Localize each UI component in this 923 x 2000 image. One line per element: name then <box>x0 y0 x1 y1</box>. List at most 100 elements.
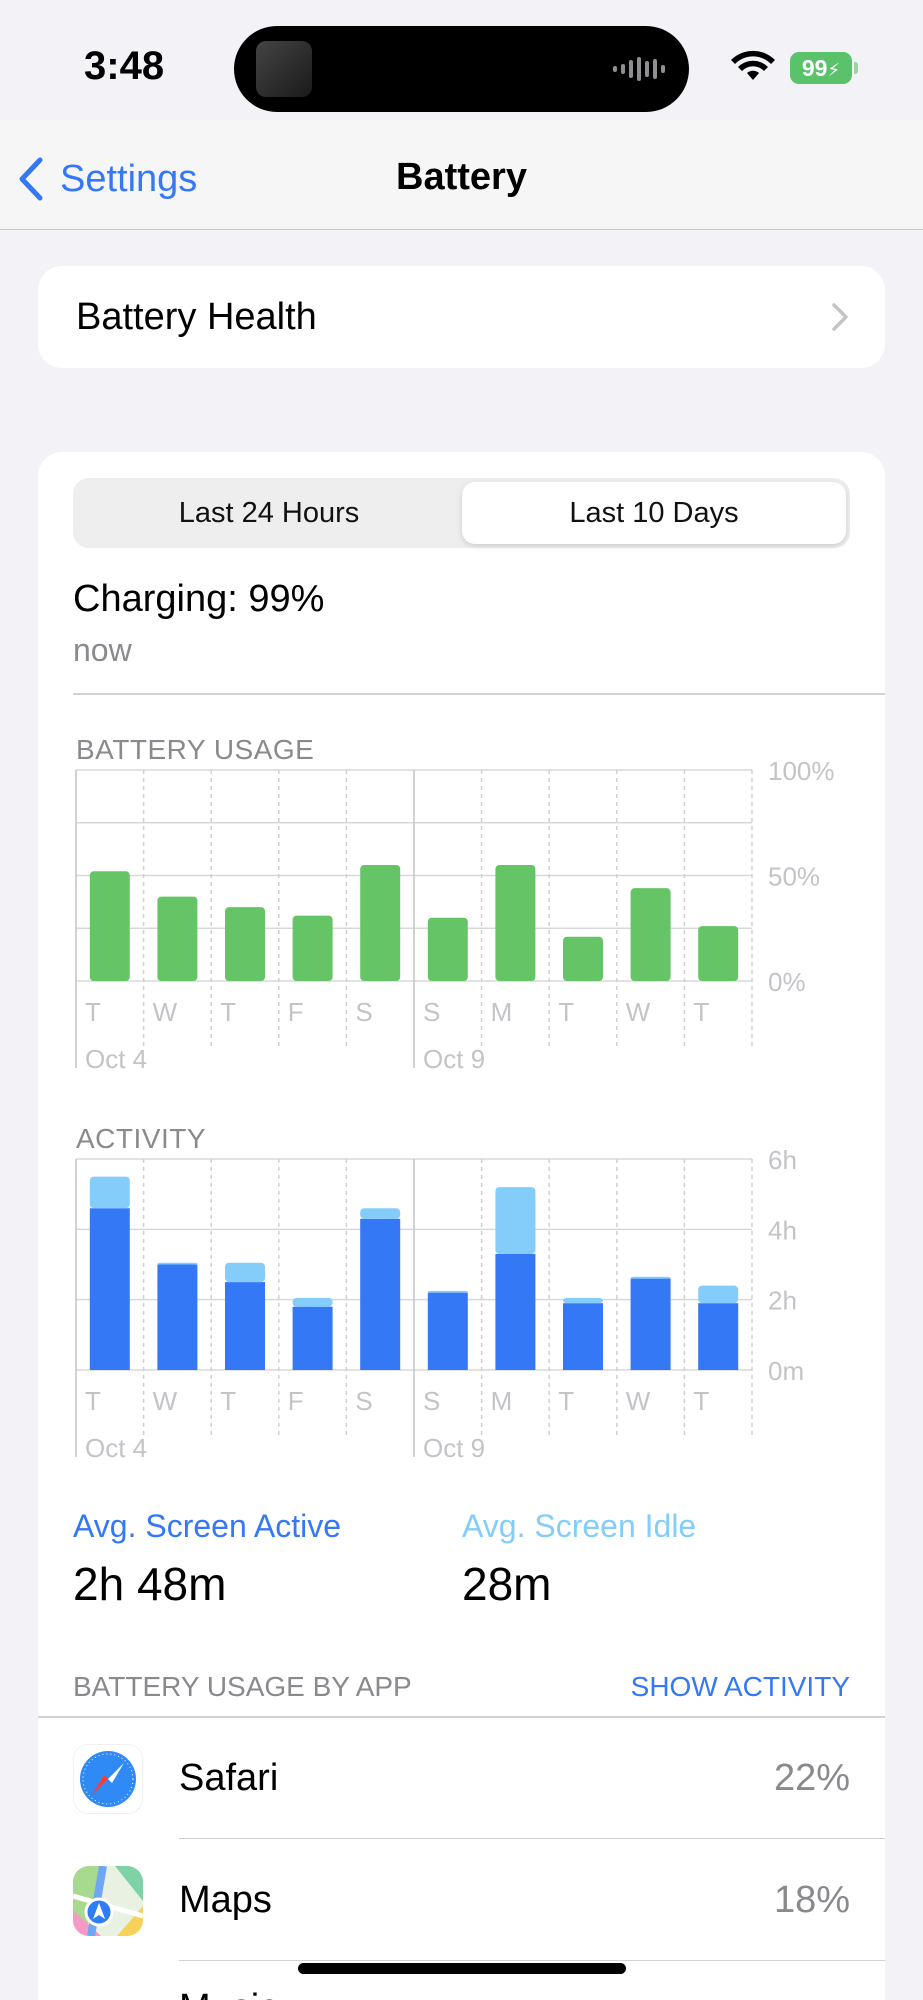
chart-bar <box>292 915 333 981</box>
chart-bar <box>89 1208 130 1370</box>
chart-bar <box>563 1297 603 1304</box>
segment-last-24-hours[interactable]: Last 24 Hours <box>77 482 461 544</box>
charging-status: Charging: 99% <box>73 578 325 620</box>
app-usage-title: BATTERY USAGE BY APP <box>73 1671 412 1702</box>
avg-screen-idle: Avg. Screen Idle 28m <box>462 1508 696 1611</box>
y-tick-label: 4h <box>768 1215 797 1245</box>
maps-icon <box>73 1866 143 1936</box>
y-tick-label: 0m <box>768 1356 804 1386</box>
chevron-right-icon <box>832 303 848 331</box>
app-percent: 18% <box>773 1879 850 1921</box>
date-label: Oct 9 <box>423 1044 485 1074</box>
chart-bar <box>360 864 401 981</box>
divider <box>73 693 885 695</box>
time-range-segmented-control: Last 24 Hours Last 10 Days <box>73 478 850 548</box>
date-label: Oct 9 <box>423 1433 485 1463</box>
chart-bar <box>563 1303 603 1370</box>
chart-bar <box>698 1285 739 1304</box>
app-row-safari[interactable]: Safari 22% <box>38 1717 885 1839</box>
charging-bolt-icon: ⚡ <box>827 60 841 80</box>
chart-bar <box>89 1176 130 1209</box>
battery-health-row[interactable]: Battery Health <box>38 266 885 368</box>
status-bar: 3:48 99⚡ <box>0 0 923 120</box>
x-tick-label: M <box>491 997 513 1027</box>
activity-chart[interactable]: T W T F S S M T W T Oct 4 Oct 9 6h 4h 2h 0m <box>38 1149 885 1469</box>
chart-bar <box>427 1290 468 1293</box>
chart-bar <box>495 1253 536 1370</box>
x-tick-label: T <box>558 1386 574 1416</box>
chart-bar <box>630 1276 671 1279</box>
y-tick-label: 50% <box>768 862 820 892</box>
battery-indicator: 99⚡ <box>790 52 852 84</box>
app-percent: 22% <box>773 1757 850 1799</box>
chart-bar <box>427 917 468 981</box>
audio-waveform-icon <box>613 57 665 81</box>
y-tick-label: 0% <box>768 967 806 997</box>
battery-usage-chart[interactable]: T W T F S S M T W T Oct 4 Oct 9 100% 50% 0% <box>38 760 885 1080</box>
x-tick-label: W <box>153 997 178 1027</box>
x-tick-label: F <box>288 997 304 1027</box>
x-tick-label: T <box>220 997 236 1027</box>
now-playing-artwork <box>256 41 312 97</box>
home-indicator <box>298 1963 626 1974</box>
avg-screen-active: Avg. Screen Active 2h 48m <box>73 1508 341 1611</box>
x-tick-label: S <box>355 1386 372 1416</box>
x-tick-label: S <box>355 997 372 1027</box>
chart-bar <box>225 907 265 981</box>
x-tick-label: S <box>423 1386 440 1416</box>
chart-bar <box>225 1282 265 1370</box>
y-tick-label: 100% <box>768 760 835 786</box>
chart-bar <box>157 1264 198 1370</box>
x-tick-label: S <box>423 997 440 1027</box>
dynamic-island[interactable] <box>234 26 689 112</box>
x-tick-label: W <box>626 997 651 1027</box>
chart-bar <box>360 1218 401 1370</box>
app-name: Music <box>179 1987 278 2000</box>
avg-screen-active-value: 2h 48m <box>73 1558 227 1610</box>
x-tick-label: T <box>85 1386 101 1416</box>
app-row-maps[interactable]: Maps 18% <box>38 1839 885 1961</box>
chart-bar <box>698 1303 739 1370</box>
chart-bar <box>427 1292 468 1370</box>
chart-bar <box>225 1262 265 1283</box>
chart-bar <box>563 936 603 981</box>
chart-bar <box>157 896 198 981</box>
status-time: 3:48 <box>84 44 165 88</box>
y-tick-label: 2h <box>768 1286 797 1316</box>
battery-nub <box>854 62 858 74</box>
chart-bar <box>292 1306 333 1370</box>
x-tick-label: W <box>153 1386 178 1416</box>
charging-time: now <box>73 632 132 668</box>
battery-health-label: Battery Health <box>76 296 317 338</box>
x-tick-label: T <box>220 1386 236 1416</box>
chart-bar <box>360 1208 401 1219</box>
y-tick-label: 6h <box>768 1149 797 1175</box>
x-tick-label: T <box>693 997 709 1027</box>
x-tick-label: T <box>85 997 101 1027</box>
chart-bar <box>630 888 671 981</box>
page-title: Battery <box>396 156 527 198</box>
avg-screen-active-label: Avg. Screen Active <box>73 1508 341 1544</box>
app-name: Maps <box>179 1879 272 1921</box>
date-label: Oct 4 <box>85 1044 147 1074</box>
chart-bar <box>495 1187 536 1254</box>
show-activity-button[interactable]: SHOW ACTIVITY <box>631 1671 850 1703</box>
date-label: Oct 4 <box>85 1433 147 1463</box>
navigation-bar: Settings Battery <box>0 120 923 230</box>
segment-last-10-days[interactable]: Last 10 Days <box>462 482 846 544</box>
chart-bar <box>630 1278 671 1370</box>
chart-bar <box>495 864 536 981</box>
x-tick-label: T <box>558 997 574 1027</box>
x-tick-label: M <box>491 1386 513 1416</box>
wifi-icon <box>731 50 775 80</box>
safari-icon <box>73 1744 143 1814</box>
app-usage-header: BATTERY USAGE BY APP SHOW ACTIVITY <box>73 1671 850 1703</box>
avg-screen-idle-value: 28m <box>462 1558 552 1610</box>
chart-bar <box>89 871 130 981</box>
x-tick-label: W <box>626 1386 651 1416</box>
x-tick-label: F <box>288 1386 304 1416</box>
chart-bar <box>698 926 739 981</box>
chart-bar <box>292 1297 333 1307</box>
battery-level: 99 <box>801 55 828 81</box>
app-name: Safari <box>179 1757 279 1799</box>
